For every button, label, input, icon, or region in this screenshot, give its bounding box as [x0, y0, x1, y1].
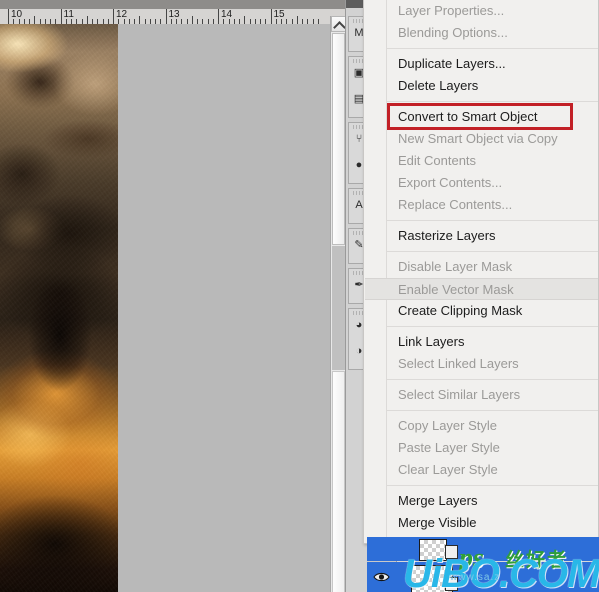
scrollbar-track[interactable] [332, 246, 345, 370]
ruler-major-tick [61, 9, 62, 24]
menu-item: Disable Layer Mask [365, 256, 598, 278]
menu-separator [387, 48, 598, 49]
menu-item[interactable]: Merge Layers [365, 490, 598, 512]
horizontal-ruler[interactable]: 101112131415 [0, 0, 345, 25]
canvas-vertical-scrollbar[interactable] [330, 16, 346, 592]
menu-item: Export Contents... [365, 172, 598, 194]
menu-item: Select Linked Layers [365, 353, 598, 375]
menu-item: Select Similar Layers [365, 384, 598, 406]
menu-separator [387, 379, 598, 380]
ruler-minor-tick [139, 16, 140, 24]
ruler-minor-tick [34, 16, 35, 24]
menu-separator [387, 485, 598, 486]
canvas-area[interactable] [0, 24, 330, 592]
menu-item: Paste Layer Style [365, 437, 598, 459]
menu-item: Clear Layer Style [365, 459, 598, 481]
ruler-major-tick [218, 9, 219, 24]
layer-context-menu[interactable]: Layer Properties...Blending Options... Du… [363, 0, 599, 544]
scrollbar-thumb-upper[interactable] [332, 33, 345, 245]
menu-item[interactable]: Duplicate Layers... [365, 53, 598, 75]
photoshop-screenshot: 101112131415 M▣▤⑂●A✎✒◕◑ Layer Properties… [0, 0, 599, 592]
menu-item[interactable]: Merge Visible [365, 512, 598, 534]
ruler-minor-tick [192, 16, 193, 24]
menu-item: New Smart Object via Copy [365, 128, 598, 150]
menu-item: Layer Properties... [365, 0, 598, 22]
menu-item: Enable Vector Mask [365, 278, 598, 300]
menu-separator [387, 220, 598, 221]
menu-item: Replace Contents... [365, 194, 598, 216]
layer-row[interactable] [367, 562, 599, 592]
ruler-minor-tick [244, 16, 245, 24]
canvas-empty-region [118, 24, 330, 592]
ruler-minor-tick [87, 16, 88, 24]
menu-item: Copy Layer Style [365, 415, 598, 437]
chevron-up-icon [333, 21, 346, 34]
layer-mask-thumbnail[interactable] [445, 545, 458, 559]
ruler-minor-tick [297, 16, 298, 24]
menu-separator [387, 101, 598, 102]
ruler-major-tick [271, 9, 272, 24]
eye-icon[interactable] [373, 571, 390, 583]
menu-separator [387, 251, 598, 252]
menu-item: Edit Contents [365, 150, 598, 172]
menu-item[interactable]: Delete Layers [365, 75, 598, 97]
document-window: 101112131415 [0, 0, 345, 592]
scroll-up-button[interactable] [331, 16, 346, 32]
menu-item: Blending Options... [365, 22, 598, 44]
ruler-major-tick [8, 9, 9, 24]
menu-separator [387, 326, 598, 327]
menu-item[interactable]: Rasterize Layers [365, 225, 598, 247]
layer-row[interactable] [367, 537, 599, 561]
menu-item[interactable]: Create Clipping Mask [365, 300, 598, 322]
menu-separator [387, 410, 598, 411]
scrollbar-thumb-lower[interactable] [332, 371, 345, 592]
menu-item[interactable]: Link Layers [365, 331, 598, 353]
canvas-image-clouds [0, 24, 118, 592]
layer-thumbnail[interactable] [419, 539, 447, 561]
image-grain-overlay [0, 24, 118, 592]
ruler-top-strip [0, 0, 345, 9]
layers-panel[interactable] [367, 537, 599, 592]
layer-mask-thumbnail[interactable] [445, 577, 458, 591]
annotation-highlight-box [387, 103, 573, 130]
ruler-major-tick [166, 9, 167, 24]
ruler-major-tick [113, 9, 114, 24]
